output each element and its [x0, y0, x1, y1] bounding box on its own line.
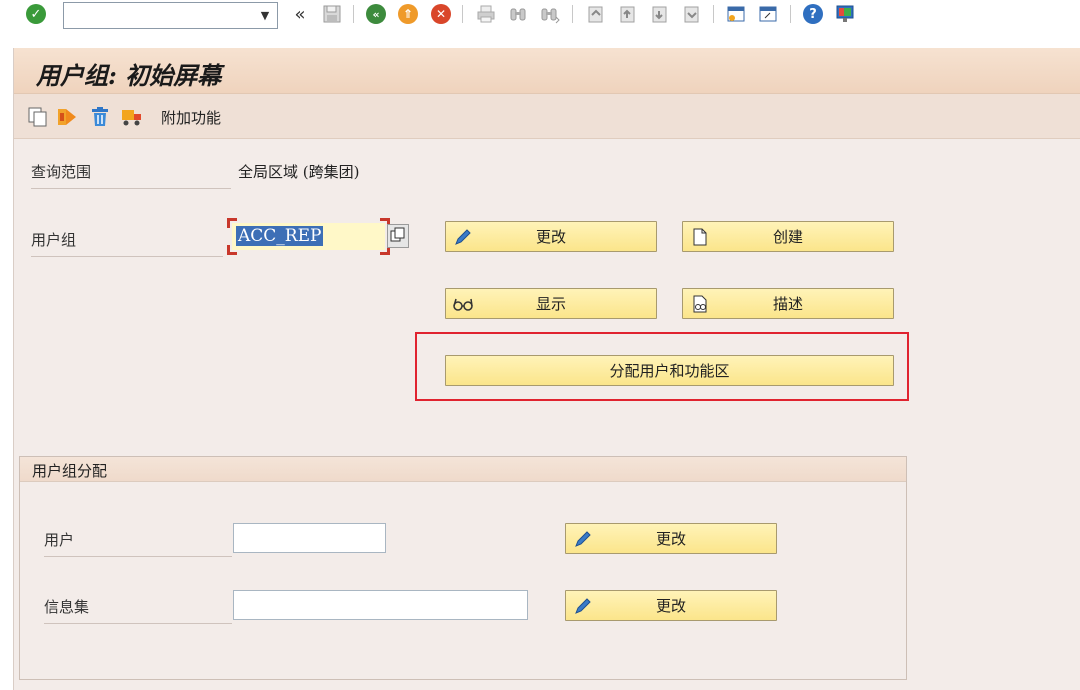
infoset-change-button-label: 更改	[655, 597, 686, 615]
infoset-change-button[interactable]: 更改	[565, 590, 777, 621]
user-group-input[interactable]: ACC_REP	[227, 218, 390, 255]
application-toolbar: 附加功能	[14, 94, 1080, 139]
describe-button[interactable]: 描述	[682, 288, 894, 319]
infoset-input[interactable]	[233, 590, 528, 620]
shortcut-icon[interactable]	[757, 3, 779, 25]
describe-button-label: 描述	[772, 295, 803, 313]
cancel-icon[interactable]: ✕	[430, 3, 452, 25]
user-change-button-label: 更改	[655, 530, 686, 548]
pencil-icon	[572, 595, 594, 617]
value-help-icon[interactable]	[387, 224, 409, 248]
previous-page-icon[interactable]	[616, 3, 638, 25]
query-scope-value: 全局区域 (跨集团)	[238, 163, 360, 181]
create-session-icon[interactable]	[725, 3, 747, 25]
main-panel: 用户组: 初始屏幕 附加功能 查询范围 全局区域 (跨集团) 用户组 ACC_R…	[13, 48, 1080, 690]
page-title: 用户组: 初始屏幕	[36, 61, 222, 90]
infoset-label: 信息集	[44, 596, 232, 624]
exit-icon[interactable]: ⇑	[397, 3, 419, 25]
collapse-icon[interactable]: «	[289, 3, 311, 25]
group-box-header: 用户组分配	[20, 457, 906, 482]
title-bar: 用户组: 初始屏幕	[14, 48, 1080, 94]
command-dropdown-icon[interactable]: ▼	[253, 3, 277, 28]
user-group-assignment-box: 用户组分配 用户 更改 信息集 更改	[19, 456, 907, 680]
user-change-button[interactable]: 更改	[565, 523, 777, 554]
create-button[interactable]: 创建	[682, 221, 894, 252]
assign-button-label: 分配用户和功能区	[609, 362, 730, 380]
next-page-icon[interactable]	[648, 3, 670, 25]
change-button[interactable]: 更改	[445, 221, 657, 252]
document-view-icon	[689, 293, 711, 315]
enter-icon[interactable]: ✓	[25, 3, 47, 25]
print-icon[interactable]	[475, 3, 497, 25]
find-next-icon[interactable]	[539, 3, 561, 25]
user-label: 用户	[44, 529, 232, 557]
save-icon[interactable]	[321, 3, 343, 25]
user-input[interactable]	[233, 523, 386, 553]
first-page-icon[interactable]	[584, 3, 606, 25]
back-icon[interactable]: «	[365, 3, 387, 25]
help-icon[interactable]: ?	[802, 3, 824, 25]
last-page-icon[interactable]	[680, 3, 702, 25]
create-button-label: 创建	[772, 228, 803, 246]
find-icon[interactable]	[507, 3, 529, 25]
group-box-title: 用户组分配	[32, 462, 108, 480]
display-button[interactable]: 显示	[445, 288, 657, 319]
system-toolbar: ✓ ▼ « « ⇑ ✕ ?	[0, 0, 1080, 34]
display-button-label: 显示	[535, 295, 566, 313]
copy-icon[interactable]	[26, 105, 50, 129]
new-document-icon	[689, 226, 711, 248]
transport-icon[interactable]	[120, 105, 144, 129]
pencil-icon	[572, 528, 594, 550]
assign-users-infoareas-button[interactable]: 分配用户和功能区	[445, 355, 894, 386]
change-button-label: 更改	[535, 228, 566, 246]
user-group-label: 用户组	[31, 229, 223, 257]
pencil-icon	[452, 226, 474, 248]
user-group-value: ACC_REP	[236, 226, 324, 246]
customize-layout-icon[interactable]	[834, 3, 856, 25]
delete-icon[interactable]	[88, 105, 112, 129]
execute-icon[interactable]	[56, 105, 80, 129]
query-scope-label: 查询范围	[31, 161, 231, 189]
extras-menu[interactable]: 附加功能	[161, 107, 221, 128]
command-field[interactable]: ▼	[63, 2, 278, 29]
glasses-icon	[452, 293, 474, 315]
